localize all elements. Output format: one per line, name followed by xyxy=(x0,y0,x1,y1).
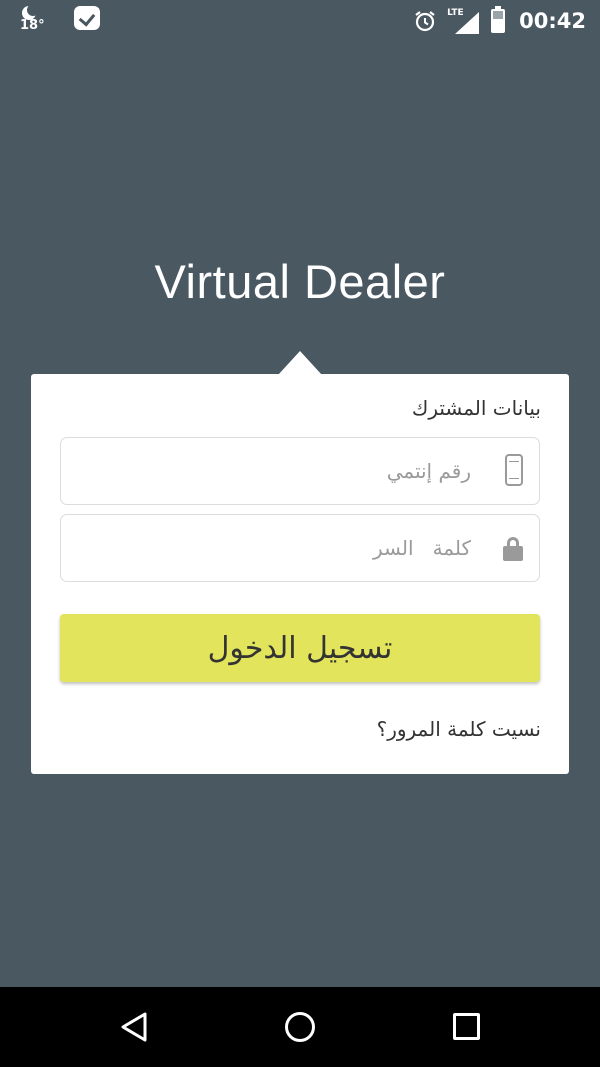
password-field[interactable] xyxy=(60,514,540,582)
phone-input[interactable] xyxy=(71,438,471,504)
status-left: 18° xyxy=(18,4,100,38)
navigation-bar xyxy=(0,987,600,1067)
recents-icon[interactable] xyxy=(453,1013,480,1040)
alarm-clock-icon xyxy=(415,11,435,32)
phone-field[interactable] xyxy=(60,437,540,505)
battery-icon xyxy=(491,6,506,33)
app-title: Virtual Dealer xyxy=(154,255,446,308)
login-card: بيانات المشترك تسجيل الدخول نسيت كلمة ال… xyxy=(31,374,569,774)
weather-night-icon: 18° xyxy=(18,4,45,38)
home-icon[interactable] xyxy=(285,1012,315,1042)
card-pointer xyxy=(278,351,322,375)
signal-icon: LTE xyxy=(447,8,480,34)
temperature: 18° xyxy=(20,18,45,33)
section-label: بيانات المشترك xyxy=(411,396,541,420)
forgot-password-link[interactable]: نسيت كلمة المرور؟ xyxy=(377,717,541,741)
clock: 00:42 xyxy=(519,9,586,33)
check-badge-icon xyxy=(74,6,100,30)
status-right: LTE 00:42 xyxy=(413,6,586,36)
phone-icon xyxy=(505,454,523,486)
back-icon[interactable] xyxy=(119,1011,149,1043)
password-input[interactable] xyxy=(71,515,471,581)
status-bar: 18° LTE 00:42 xyxy=(0,0,600,40)
login-button[interactable]: تسجيل الدخول xyxy=(60,614,540,682)
lock-icon xyxy=(503,537,523,561)
